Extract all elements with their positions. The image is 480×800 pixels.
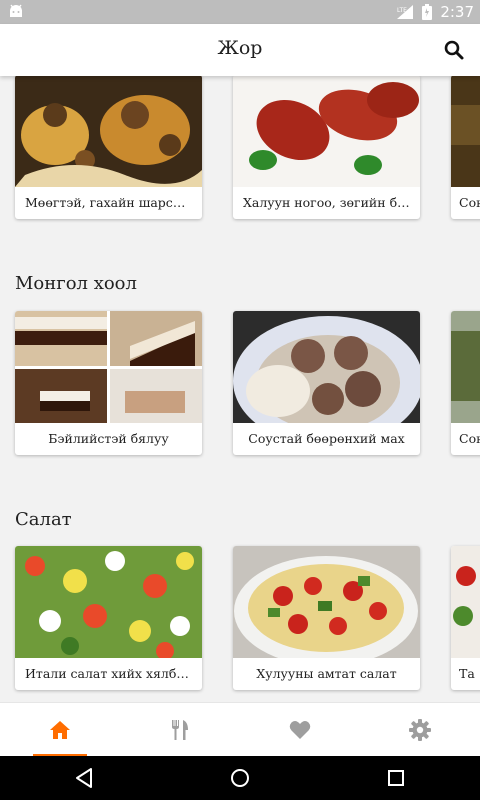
page-title: Жор xyxy=(217,37,263,59)
section-title: Салат xyxy=(15,509,72,530)
recipe-image-italian-salad xyxy=(15,546,202,658)
nav-home[interactable] xyxy=(0,703,120,757)
home-icon xyxy=(50,721,70,739)
recipe-title: Хулууны амтат салат xyxy=(256,666,397,681)
back-icon[interactable] xyxy=(72,766,96,790)
recipe-card[interactable]: Хулууны амтат салат xyxy=(233,546,420,690)
signal-lte-icon: LTE xyxy=(397,5,414,19)
recipe-title: Та xyxy=(459,666,475,681)
fork-knife-icon xyxy=(172,720,188,740)
recipe-card[interactable]: Та xyxy=(451,546,480,690)
recipe-title: Сон xyxy=(459,431,480,446)
recipe-title: Сон xyxy=(459,195,480,210)
recipe-title: Халуун ногоо, зөгийн бал xyxy=(243,195,413,210)
system-navigation-bar xyxy=(0,756,480,800)
android-notification-icon xyxy=(10,4,22,17)
home-circle-icon[interactable] xyxy=(228,766,252,790)
recipe-title: Бэйлийстэй бялуу xyxy=(48,431,169,446)
recipe-card[interactable]: Халуун ногоо, зөгийн бал xyxy=(233,76,420,219)
recipe-title: Итали салат хийх хялбар арга xyxy=(25,666,202,681)
recipe-image-baileys-cake xyxy=(15,311,202,423)
nav-settings[interactable] xyxy=(360,703,480,757)
battery-icon xyxy=(422,4,433,20)
recipe-image-squash-salad xyxy=(233,546,420,658)
status-time: 2:37 xyxy=(440,3,474,21)
search-icon[interactable] xyxy=(442,38,466,62)
recipe-image-partial xyxy=(451,311,480,423)
recipe-image-partial xyxy=(451,546,480,658)
nav-favorites[interactable] xyxy=(240,703,360,757)
recipe-title: Мөөгтэй, гахайн шарсан мах xyxy=(25,195,202,210)
recipe-title: Соустай бөөрөнхий мах xyxy=(248,431,405,446)
recipe-card[interactable]: Соустай бөөрөнхий мах xyxy=(233,311,420,455)
gear-icon xyxy=(409,719,431,741)
recipe-image-meatballs-sauce xyxy=(233,311,420,423)
section-title: Монгол хоол xyxy=(15,273,137,294)
recipe-image-mushroom-pork xyxy=(15,76,202,187)
recipe-card[interactable]: Бэйлийстэй бялуу xyxy=(15,311,202,455)
heart-icon xyxy=(289,721,311,739)
bottom-navigation xyxy=(0,702,480,757)
nav-recipes[interactable] xyxy=(120,703,240,757)
recipe-card[interactable]: Сон xyxy=(451,311,480,455)
svg-text:LTE: LTE xyxy=(397,7,407,14)
recipe-image-honey-chicken xyxy=(233,76,420,187)
recipe-card[interactable]: Сон xyxy=(451,76,480,219)
recipe-feed[interactable]: Мөөгтэй, гахайн шарсан мах Халуун ногоо,… xyxy=(0,76,480,702)
recipe-image-partial xyxy=(451,76,480,187)
status-bar: LTE 2:37 xyxy=(0,0,480,24)
recipe-card[interactable]: Мөөгтэй, гахайн шарсан мах xyxy=(15,76,202,219)
recents-icon[interactable] xyxy=(384,766,408,790)
recipe-card[interactable]: Итали салат хийх хялбар арга xyxy=(15,546,202,690)
app-bar: Жор xyxy=(0,24,480,76)
